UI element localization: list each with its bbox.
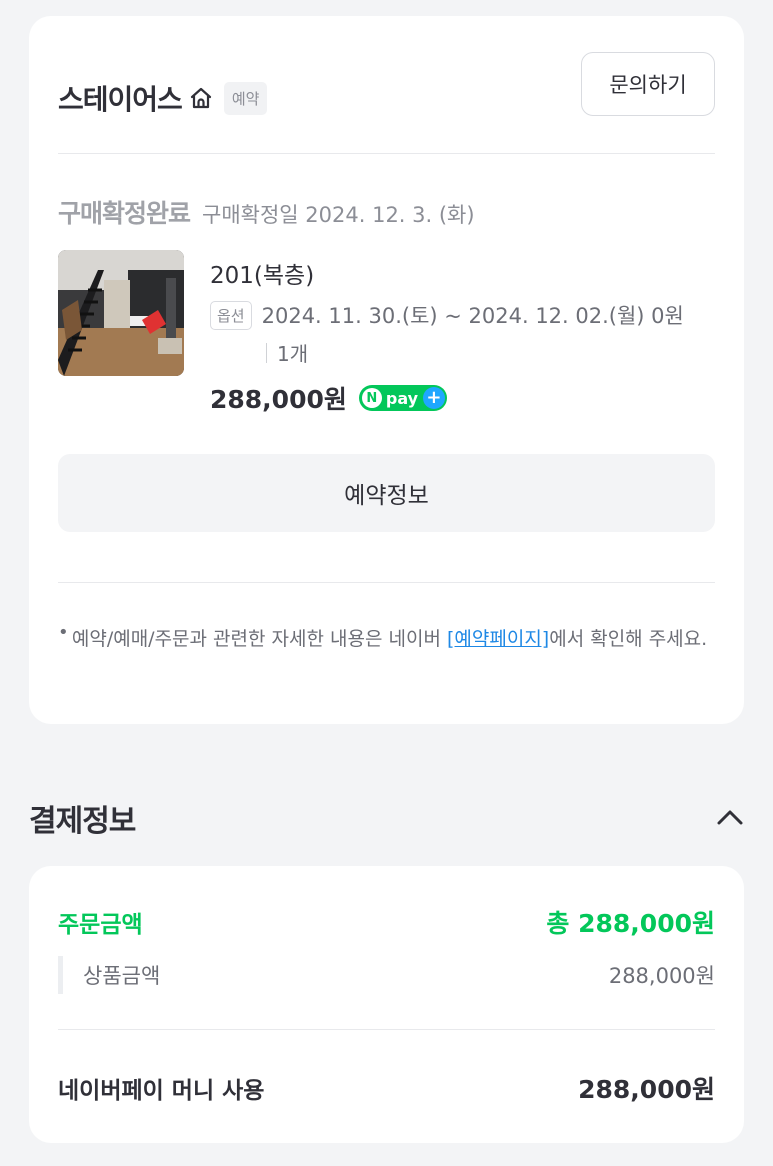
store-name[interactable]: 스테이어스 bbox=[58, 78, 183, 118]
indent-bar bbox=[58, 956, 63, 994]
payment-card: 주문금액 총 288,000원 상품금액 288,000원 네이버페이 머니 사… bbox=[29, 866, 744, 1143]
npay-plus-badge: N pay + bbox=[358, 385, 447, 411]
divider bbox=[58, 153, 715, 154]
product-price: 288,000원 bbox=[210, 385, 347, 414]
order-amount-value: 총 288,000원 bbox=[546, 909, 715, 938]
npay-label: pay bbox=[385, 388, 419, 408]
order-amount-label: 주문금액 bbox=[58, 912, 143, 938]
pay-method-value: 288,000원 bbox=[578, 1075, 715, 1104]
product-name[interactable]: 201(복층) bbox=[210, 256, 314, 290]
reservation-page-link[interactable]: [예약페이지] bbox=[447, 628, 549, 650]
plus-icon: + bbox=[422, 387, 445, 409]
product-thumbnail[interactable] bbox=[58, 250, 184, 376]
option-text: 2024. 11. 30.(토) ~ 2024. 12. 02.(월) 0원 bbox=[261, 304, 684, 328]
product-amount-value: 288,000원 bbox=[608, 964, 715, 988]
notice-text-after: 에서 확인해 주세요. bbox=[549, 628, 708, 650]
npay-logo-icon: N bbox=[361, 388, 382, 408]
inquiry-button[interactable]: 문의하기 bbox=[581, 52, 715, 116]
product-amount-label: 상품금액 bbox=[83, 964, 161, 988]
reservation-badge: 예약 bbox=[223, 81, 268, 115]
order-amount-row: 주문금액 총 288,000원 bbox=[58, 904, 715, 940]
reservation-info-button[interactable]: 예약정보 bbox=[58, 454, 715, 532]
product-amount-left: 상품금액 bbox=[58, 956, 160, 994]
quantity-row: 1개 bbox=[266, 338, 308, 367]
product-amount-row: 상품금액 288,000원 bbox=[58, 956, 715, 994]
product-option: 옵션 2024. 11. 30.(토) ~ 2024. 12. 02.(월) 0… bbox=[210, 300, 684, 330]
status-label: 구매확정완료 bbox=[58, 199, 191, 228]
price-row: 288,000원 N pay + bbox=[210, 380, 447, 416]
pay-method-label: 네이버페이 머니 사용 bbox=[58, 1078, 265, 1104]
quantity-divider bbox=[266, 342, 267, 363]
option-tag: 옵션 bbox=[210, 300, 252, 330]
notice-bullet: • bbox=[58, 622, 69, 643]
confirm-date: 구매확정일 2024. 12. 3. (화) bbox=[202, 203, 475, 227]
quantity: 1개 bbox=[277, 342, 309, 366]
pay-method-row: 네이버페이 머니 사용 288,000원 bbox=[58, 1070, 715, 1106]
payment-section-title: 결제정보 bbox=[29, 804, 136, 839]
notice-text-before: 예약/예매/주문과 관련한 자세한 내용은 네이버 bbox=[71, 628, 447, 650]
store-header: 스테이어스 예약 bbox=[58, 76, 268, 120]
purchase-status: 구매확정완료 구매확정일 2024. 12. 3. (화) bbox=[58, 194, 475, 230]
divider bbox=[58, 1029, 715, 1030]
divider bbox=[58, 582, 715, 583]
notice-text: 예약/예매/주문과 관련한 자세한 내용은 네이버 [예약페이지]에서 확인해 … bbox=[72, 622, 715, 656]
home-icon[interactable] bbox=[188, 85, 214, 111]
notice: • 예약/예매/주문과 관련한 자세한 내용은 네이버 [예약페이지]에서 확인… bbox=[58, 622, 715, 656]
chevron-up-icon[interactable] bbox=[716, 806, 744, 828]
order-card: 스테이어스 예약 문의하기 구매확정완료 구매확정일 2024. 12. 3. … bbox=[29, 16, 744, 724]
